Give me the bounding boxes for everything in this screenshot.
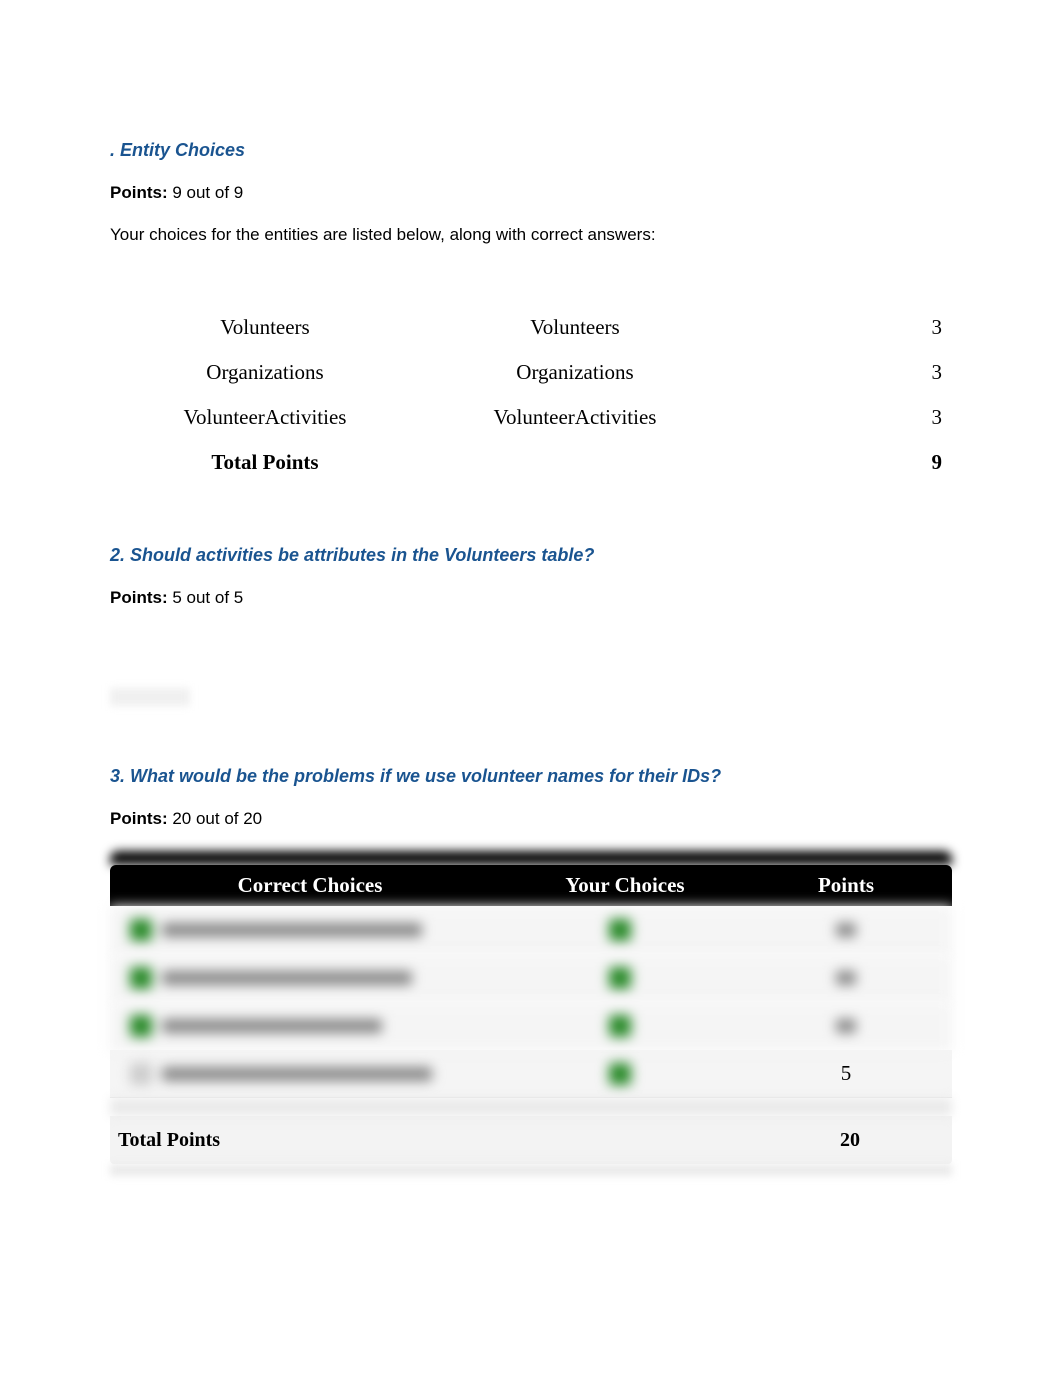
total-row: Total Points 20	[110, 1116, 952, 1164]
points-cell: 3	[730, 315, 952, 340]
points-value: 9 out of 9	[172, 183, 243, 202]
check-icon	[130, 1015, 152, 1037]
choices-table: Correct Choices Your Choices Points 5 To…	[110, 851, 952, 1176]
total-row: Total Points 9	[110, 440, 952, 485]
section-1-description: Your choices for the entities are listed…	[110, 225, 952, 245]
blurred-row	[110, 906, 952, 954]
blurred-header-top	[110, 851, 952, 865]
correct-choice-cell: VolunteerActivities	[420, 405, 730, 430]
points-value: 5 out of 5	[172, 588, 243, 607]
correct-choice-cell: Organizations	[420, 360, 730, 385]
your-choice-cell: Volunteers	[110, 315, 420, 340]
points-cell: 3	[730, 405, 952, 430]
blurred-row	[110, 954, 952, 1002]
check-icon	[609, 919, 631, 941]
section-1-points: Points: 9 out of 9	[110, 183, 952, 203]
check-icon	[130, 1063, 152, 1085]
blurred-row	[110, 1098, 952, 1116]
section-activities-attributes: 2. Should activities be attributes in th…	[110, 545, 952, 706]
blurred-content	[110, 688, 190, 706]
your-choice-cell: Organizations	[110, 360, 420, 385]
check-icon	[130, 967, 152, 989]
total-label: Total Points	[118, 1129, 518, 1152]
points-value: 20 out of 20	[172, 809, 262, 828]
table-row: Organizations Organizations 3	[110, 350, 952, 395]
section-entity-choices: . Entity Choices Points: 9 out of 9 Your…	[110, 140, 952, 485]
header-points: Points	[740, 865, 952, 906]
header-correct-choices: Correct Choices	[110, 865, 510, 906]
points-label: Points:	[110, 183, 168, 202]
points-label: Points:	[110, 588, 168, 607]
entity-table: Volunteers Volunteers 3 Organizations Or…	[110, 305, 952, 485]
check-icon	[609, 967, 631, 989]
correct-choice-cell: Volunteers	[420, 315, 730, 340]
total-value: 20	[748, 1129, 952, 1152]
section-2-points: Points: 5 out of 5	[110, 588, 952, 608]
section-3-points: Points: 20 out of 20	[110, 809, 952, 829]
table-row: VolunteerActivities VolunteerActivities …	[110, 395, 952, 440]
total-label: Total Points	[110, 450, 420, 475]
table-row: 5	[110, 1050, 952, 1098]
table-row: Volunteers Volunteers 3	[110, 305, 952, 350]
total-value: 9	[730, 450, 952, 475]
check-icon	[609, 1063, 631, 1085]
section-volunteer-names-ids: 3. What would be the problems if we use …	[110, 766, 952, 1176]
check-icon	[609, 1015, 631, 1037]
section-2-heading: 2. Should activities be attributes in th…	[110, 545, 952, 566]
blurred-edge	[110, 1164, 952, 1176]
points-label: Points:	[110, 809, 168, 828]
blurred-row	[110, 1002, 952, 1050]
your-choice-cell: VolunteerActivities	[110, 405, 420, 430]
points-cell: 5	[740, 1061, 952, 1086]
table-header: Correct Choices Your Choices Points	[110, 865, 952, 906]
section-1-heading: . Entity Choices	[110, 140, 952, 161]
section-3-heading: 3. What would be the problems if we use …	[110, 766, 952, 787]
points-cell: 3	[730, 360, 952, 385]
header-your-choices: Your Choices	[510, 865, 740, 906]
check-icon	[130, 919, 152, 941]
